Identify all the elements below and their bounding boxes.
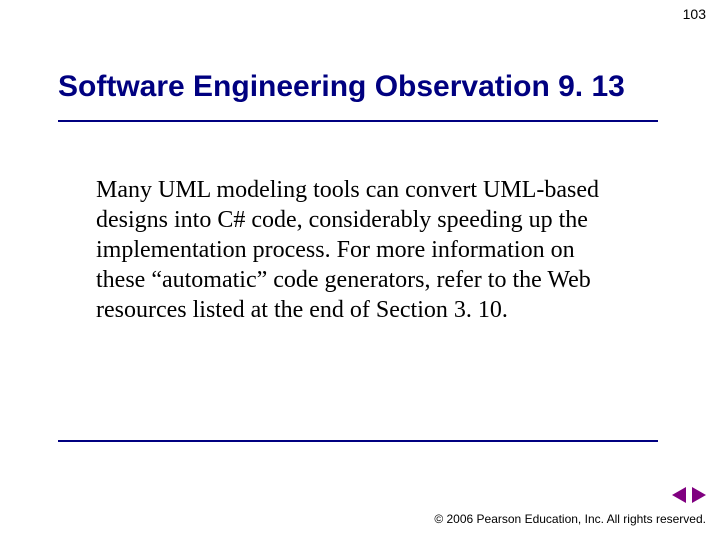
divider-bottom — [58, 440, 658, 442]
divider-top — [58, 120, 658, 122]
prev-arrow-icon[interactable] — [672, 487, 686, 503]
copyright-text: © 2006 Pearson Education, Inc. All right… — [434, 512, 706, 526]
slide-title: Software Engineering Observation 9. 13 — [58, 70, 625, 104]
slide: 103 Software Engineering Observation 9. … — [0, 0, 720, 540]
body-text: Many UML modeling tools can convert UML-… — [96, 175, 626, 325]
next-arrow-icon[interactable] — [692, 487, 706, 503]
page-number: 103 — [683, 6, 706, 22]
footer: © 2006 Pearson Education, Inc. All right… — [434, 487, 706, 526]
nav-controls — [434, 487, 706, 508]
